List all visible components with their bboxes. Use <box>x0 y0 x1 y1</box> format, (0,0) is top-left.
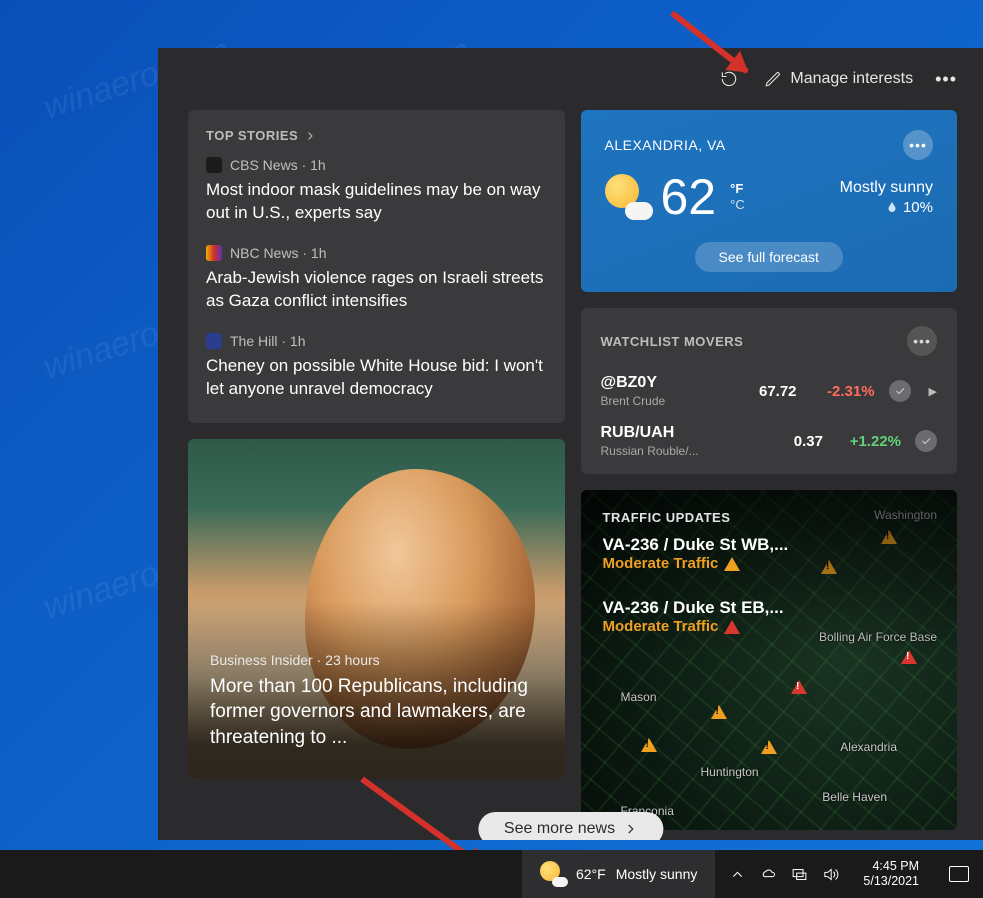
droplet-icon <box>886 200 898 214</box>
onedrive-icon[interactable] <box>760 866 777 883</box>
see-more-news-button[interactable]: See more news <box>478 812 663 840</box>
map-label: Alexandria <box>840 740 897 754</box>
story-headline: Arab-Jewish violence rages on Israeli st… <box>206 267 547 313</box>
mover-check-icon[interactable] <box>915 430 937 452</box>
mover-row[interactable]: @BZ0Y Brent Crude 67.72 -2.31% ▶ <box>601 366 938 416</box>
weather-units[interactable]: °F °C <box>730 181 745 212</box>
manage-interests-label: Manage interests <box>790 70 913 88</box>
mover-name: Brent Crude <box>601 394 723 408</box>
tray-chevron-up-icon[interactable] <box>729 866 746 883</box>
weather-more-button[interactable]: ••• <box>903 130 933 160</box>
map-label: Mason <box>621 690 657 704</box>
mover-price: 0.37 <box>763 433 823 450</box>
map-label: Belle Haven <box>822 790 887 804</box>
traffic-road: VA-236 / Duke St EB,... <box>603 598 936 618</box>
story-item[interactable]: The Hill · 1h Cheney on possible White H… <box>206 333 547 401</box>
pencil-icon <box>764 70 782 88</box>
weather-precip: 10% <box>840 199 933 216</box>
chevron-right-icon <box>304 130 316 142</box>
hazard-icon <box>791 680 807 694</box>
hazard-icon <box>711 705 727 719</box>
chevron-right-icon <box>623 822 637 836</box>
watchlist-card: WATCHLIST MOVERS ••• @BZ0Y Brent Crude 6… <box>581 308 958 474</box>
action-center-icon[interactable] <box>949 866 969 882</box>
hazard-icon <box>641 738 657 752</box>
map-label: Huntington <box>701 765 759 779</box>
story-headline: Cheney on possible White House bid: I wo… <box>206 355 547 401</box>
feature-source: Business Insider · 23 hours <box>210 652 380 668</box>
weather-condition: Mostly sunny <box>840 179 933 197</box>
feature-headline: More than 100 Republicans, including for… <box>210 674 543 751</box>
hazard-icon <box>761 740 777 754</box>
scroll-right-icon[interactable]: ▶ <box>929 385 937 398</box>
flyout-header: Manage interests ••• <box>188 66 957 92</box>
more-options-button[interactable]: ••• <box>935 69 957 90</box>
mover-check-icon[interactable] <box>889 380 911 402</box>
taskbar-clock[interactable]: 4:45 PM 5/13/2021 <box>853 859 929 889</box>
story-item[interactable]: NBC News · 1h Arab-Jewish violence rages… <box>206 245 547 313</box>
story-source: NBC News · 1h <box>230 245 327 261</box>
weather-location: ALEXANDRIA, VA <box>605 137 726 153</box>
story-source: CBS News · 1h <box>230 157 326 173</box>
taskbar-temp: 62°F <box>576 866 606 882</box>
traffic-title: TRAFFIC UPDATES <box>603 510 936 525</box>
top-stories-card: TOP STORIES CBS News · 1h Most indoor ma… <box>188 110 565 423</box>
story-headline: Most indoor mask guidelines may be on wa… <box>206 179 547 225</box>
source-badge-icon <box>206 157 222 173</box>
watchlist-title[interactable]: WATCHLIST MOVERS <box>601 334 744 349</box>
weather-icon <box>540 861 566 887</box>
story-item[interactable]: CBS News · 1h Most indoor mask guideline… <box>206 157 547 225</box>
traffic-card[interactable]: Washington Bolling Air Force Base Alexan… <box>581 490 958 830</box>
top-stories-title: TOP STORIES <box>206 128 298 143</box>
system-tray <box>715 866 853 883</box>
top-stories-header[interactable]: TOP STORIES <box>206 128 547 143</box>
mover-symbol: RUB/UAH <box>601 424 750 442</box>
mover-pct: -2.31% <box>811 383 875 400</box>
weather-icon <box>605 174 651 220</box>
story-source: The Hill · 1h <box>230 333 306 349</box>
hazard-icon <box>724 557 740 571</box>
weather-card[interactable]: ALEXANDRIA, VA ••• 62 °F °C Mostly sunny <box>581 110 958 292</box>
volume-icon[interactable] <box>822 866 839 883</box>
traffic-status: Moderate Traffic <box>603 618 936 635</box>
taskbar: 62°F Mostly sunny 4:45 PM 5/13/2021 <box>0 850 983 898</box>
source-badge-icon <box>206 245 222 261</box>
mover-name: Russian Rouble/... <box>601 444 750 458</box>
watchlist-more-button[interactable]: ••• <box>907 326 937 356</box>
mover-pct: +1.22% <box>837 433 901 450</box>
taskbar-weather-button[interactable]: 62°F Mostly sunny <box>522 850 715 898</box>
news-interests-flyout: Manage interests ••• TOP STORIES CBS New… <box>158 48 983 840</box>
manage-interests-button[interactable]: Manage interests <box>764 70 913 88</box>
network-icon[interactable] <box>791 866 808 883</box>
traffic-status: Moderate Traffic <box>603 555 936 572</box>
mover-row[interactable]: RUB/UAH Russian Rouble/... 0.37 +1.22% <box>601 416 938 466</box>
weather-temp: 62 <box>661 168 717 226</box>
see-forecast-button[interactable]: See full forecast <box>695 242 843 272</box>
traffic-road: VA-236 / Duke St WB,... <box>603 535 936 555</box>
source-badge-icon <box>206 333 222 349</box>
mover-price: 67.72 <box>737 383 797 400</box>
feature-story-card[interactable]: Business Insider · 23 hours More than 10… <box>188 439 565 779</box>
taskbar-condition: Mostly sunny <box>616 866 698 882</box>
hazard-icon <box>724 620 740 634</box>
mover-symbol: @BZ0Y <box>601 374 723 392</box>
